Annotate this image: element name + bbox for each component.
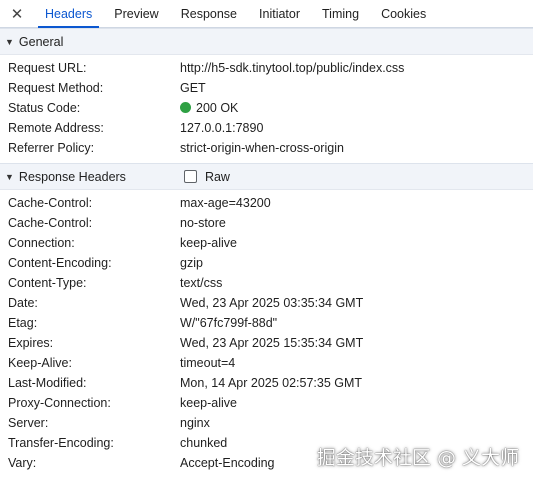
response-header-row: Connection: keep-alive <box>0 233 533 253</box>
header-value: timeout=4 <box>180 356 236 370</box>
response-header-row: Cache-Control: max-age=43200 <box>0 193 533 213</box>
header-value: keep-alive <box>180 396 237 410</box>
header-value: http://h5-sdk.tinytool.top/public/index.… <box>180 61 405 75</box>
header-key: Expires: <box>8 336 54 350</box>
response-header-rows: Cache-Control: max-age=43200 Cache-Contr… <box>0 190 533 478</box>
header-key: Proxy-Connection: <box>8 396 111 410</box>
header-key: Connection: <box>8 236 75 250</box>
header-value: nginx <box>180 416 210 430</box>
tab-preview[interactable]: Preview <box>103 0 169 27</box>
tab-timing[interactable]: Timing <box>311 0 370 27</box>
raw-toggle[interactable]: Raw <box>183 169 230 184</box>
header-key: Last-Modified: <box>8 376 87 390</box>
header-value: max-age=43200 <box>180 196 271 210</box>
tab-response[interactable]: Response <box>170 0 248 27</box>
general-row: Request Method: GET <box>0 78 533 98</box>
raw-label: Raw <box>204 169 230 184</box>
general-row: Request URL: http://h5-sdk.tinytool.top/… <box>0 58 533 78</box>
header-key: Request Method: <box>8 81 104 95</box>
header-key: Cache-Control: <box>8 216 93 230</box>
response-header-row: Proxy-Connection: keep-alive <box>0 393 533 413</box>
header-value: Wed, 23 Apr 2025 15:35:34 GMT <box>180 336 364 350</box>
header-value: chunked <box>180 436 228 450</box>
header-value: strict-origin-when-cross-origin <box>180 141 344 155</box>
response-header-row: Etag: W/"67fc799f-88d" <box>0 313 533 333</box>
general-section-title: General <box>18 34 64 49</box>
header-value: no-store <box>180 216 226 230</box>
header-value: Mon, 14 Apr 2025 02:57:35 GMT <box>180 376 363 390</box>
header-key: Vary: <box>8 456 37 470</box>
header-key: Date: <box>8 296 38 310</box>
tab-headers[interactable]: Headers <box>34 0 103 28</box>
status-value: 200 OK <box>180 101 238 115</box>
general-rows: Request URL: http://h5-sdk.tinytool.top/… <box>0 55 533 163</box>
header-key: Etag: <box>8 316 38 330</box>
general-row: Referrer Policy: strict-origin-when-cros… <box>0 138 533 158</box>
header-key: Content-Type: <box>8 276 87 290</box>
header-key: Server: <box>8 416 49 430</box>
general-row: Remote Address: 127.0.0.1:7890 <box>0 118 533 138</box>
header-value: Wed, 23 Apr 2025 03:35:34 GMT <box>180 296 364 310</box>
header-value: gzip <box>180 256 203 270</box>
header-key: Keep-Alive: <box>8 356 72 370</box>
header-value: GET <box>180 81 206 95</box>
raw-checkbox[interactable] <box>183 170 197 183</box>
header-key: Request URL: <box>8 61 87 75</box>
tab-initiator[interactable]: Initiator <box>248 0 311 27</box>
general-row: Status Code: 200 OK <box>0 98 533 118</box>
response-header-row: Server: nginx <box>0 413 533 433</box>
response-header-row: Expires: Wed, 23 Apr 2025 15:35:34 GMT <box>0 333 533 353</box>
status-text: 200 OK <box>196 101 239 115</box>
header-key: Referrer Policy: <box>8 141 95 155</box>
header-key: Status Code: <box>8 101 81 115</box>
caret-down-icon: ▼ <box>5 36 14 47</box>
caret-down-icon: ▼ <box>5 171 14 182</box>
watermark: 掘金技术社区 @ 义大师 <box>316 447 519 469</box>
tab-bar: ✕ Headers Preview Response Initiator Tim… <box>0 0 533 28</box>
general-section-header[interactable]: ▼ General <box>0 28 533 55</box>
response-header-row: Content-Encoding: gzip <box>0 253 533 273</box>
status-ok-icon <box>180 102 191 113</box>
response-header-row: Keep-Alive: timeout=4 <box>0 353 533 373</box>
response-header-row: Last-Modified: Mon, 14 Apr 2025 02:57:35… <box>0 373 533 393</box>
response-headers-title: Response Headers <box>18 169 126 184</box>
header-key: Transfer-Encoding: <box>8 436 114 450</box>
header-value: keep-alive <box>180 236 237 250</box>
close-icon[interactable]: ✕ <box>0 0 34 27</box>
header-value: Accept-Encoding <box>180 456 275 470</box>
header-value: W/"67fc799f-88d" <box>180 316 278 330</box>
header-key: Cache-Control: <box>8 196 93 210</box>
header-key: Content-Encoding: <box>8 256 112 270</box>
header-key: Remote Address: <box>8 121 104 135</box>
response-header-row: Cache-Control: no-store <box>0 213 533 233</box>
response-headers-section-header[interactable]: ▼ Response Headers Raw <box>0 163 533 190</box>
response-header-row: Date: Wed, 23 Apr 2025 03:35:34 GMT <box>0 293 533 313</box>
response-header-row: Content-Type: text/css <box>0 273 533 293</box>
tab-cookies[interactable]: Cookies <box>370 0 437 27</box>
header-value: text/css <box>180 276 223 290</box>
header-value: 127.0.0.1:7890 <box>180 121 264 135</box>
